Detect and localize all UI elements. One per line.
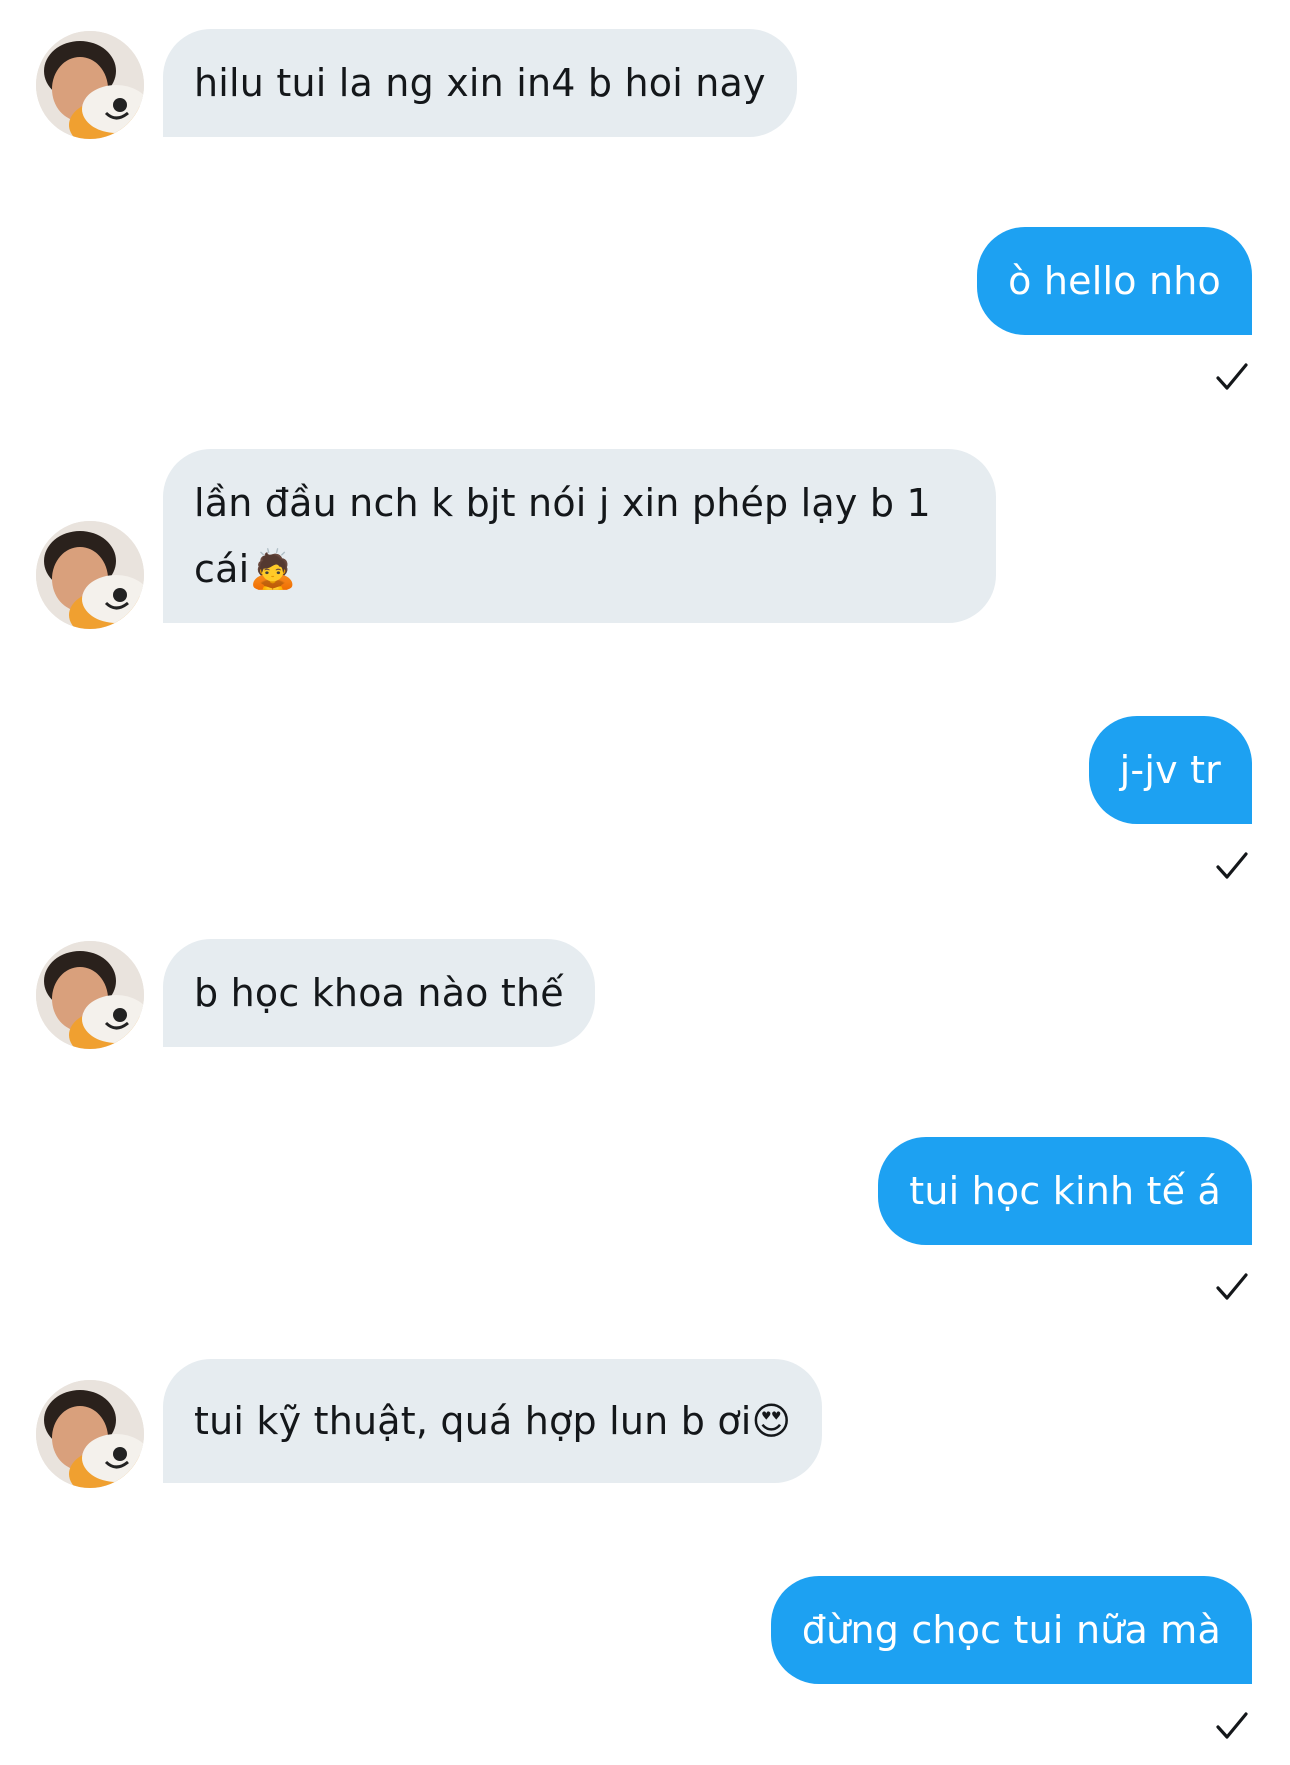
checkmark-icon: [1212, 357, 1252, 397]
sender-avatar[interactable]: [36, 31, 144, 139]
outgoing-message-bubble[interactable]: đừng chọc tui nữa mà: [770, 1576, 1252, 1684]
checkmark-icon: [1212, 846, 1252, 886]
outgoing-message-bubble[interactable]: ò hello nho: [977, 227, 1252, 335]
incoming-message-bubble[interactable]: lần đầu nch k bjt nói j xin phép lạy b 1…: [163, 449, 996, 623]
outgoing-message-bubble[interactable]: j-jv tr: [1088, 716, 1252, 824]
sender-avatar[interactable]: [36, 521, 144, 629]
message-thread: hilu tui la ng xin in4 b hoi nay ò hello…: [0, 0, 1290, 1765]
checkmark-icon: [1212, 1267, 1252, 1307]
sender-avatar[interactable]: [36, 941, 144, 1049]
checkmark-icon: [1212, 1706, 1252, 1746]
outgoing-message-bubble[interactable]: tui học kinh tế á: [878, 1137, 1252, 1245]
incoming-message-bubble[interactable]: tui kỹ thuật, quá hợp lun b ơi😍: [163, 1359, 823, 1483]
incoming-message-bubble[interactable]: b học khoa nào thế: [163, 939, 595, 1047]
sender-avatar[interactable]: [36, 1380, 144, 1488]
incoming-message-bubble[interactable]: hilu tui la ng xin in4 b hoi nay: [163, 29, 797, 137]
